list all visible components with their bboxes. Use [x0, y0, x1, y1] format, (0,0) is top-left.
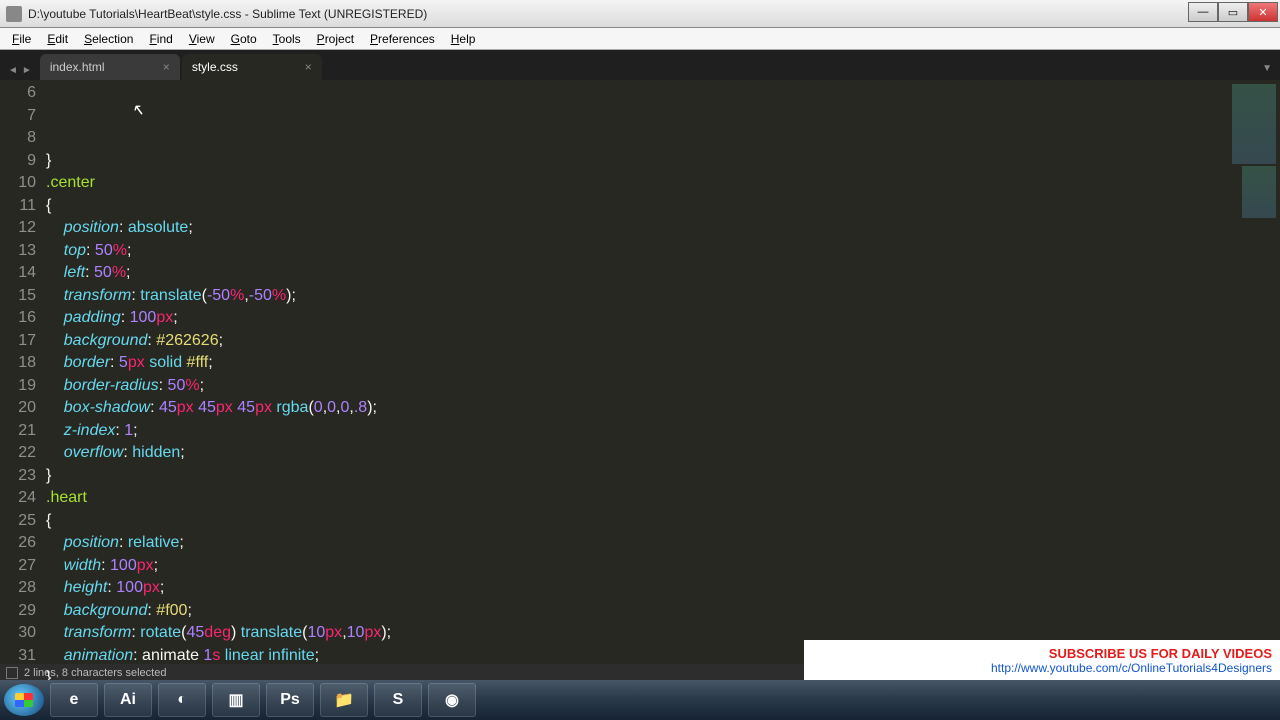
code-line[interactable]: {	[46, 195, 1170, 218]
tab-style-css[interactable]: style.css ×	[182, 54, 322, 80]
code-line[interactable]: position: absolute;	[46, 217, 1170, 240]
taskbar-item-ps[interactable]: Ps	[266, 683, 314, 717]
line-number: 31	[0, 645, 36, 668]
line-number: 21	[0, 420, 36, 443]
menu-goto[interactable]: Goto	[223, 32, 265, 46]
tab-close-icon[interactable]: ×	[163, 60, 170, 74]
code-line[interactable]: }	[46, 465, 1170, 488]
menu-tools[interactable]: Tools	[265, 32, 309, 46]
line-number: 7	[0, 105, 36, 128]
minimap[interactable]	[1170, 80, 1280, 664]
line-number: 9	[0, 150, 36, 173]
code-line[interactable]: left: 50%;	[46, 262, 1170, 285]
close-button[interactable]: ✕	[1248, 2, 1278, 22]
code-line[interactable]: overflow: hidden;	[46, 442, 1170, 465]
code-line[interactable]: border-radius: 50%;	[46, 375, 1170, 398]
tab-next-icon[interactable]: ►	[22, 65, 32, 76]
code-line[interactable]: {	[46, 510, 1170, 533]
line-number: 28	[0, 577, 36, 600]
banner-url: http://www.youtube.com/c/OnlineTutorials…	[991, 661, 1272, 675]
line-number: 13	[0, 240, 36, 263]
tab-label: index.html	[50, 60, 105, 74]
line-number: 18	[0, 352, 36, 375]
code-line[interactable]: background: #262626;	[46, 330, 1170, 353]
menu-bar: FileEditSelectionFindViewGotoToolsProjec…	[0, 28, 1280, 50]
line-number: 24	[0, 487, 36, 510]
menu-file[interactable]: File	[4, 32, 39, 46]
line-number: 27	[0, 555, 36, 578]
line-number: 25	[0, 510, 36, 533]
line-number: 23	[0, 465, 36, 488]
tab-prev-icon[interactable]: ◄	[8, 65, 18, 76]
code-line[interactable]: position: relative;	[46, 532, 1170, 555]
maximize-button[interactable]: ▭	[1218, 2, 1248, 22]
line-number: 6	[0, 82, 36, 105]
code-line[interactable]: width: 100px;	[46, 555, 1170, 578]
taskbar: eAi◐▥Ps📁S◉	[0, 680, 1280, 720]
menu-edit[interactable]: Edit	[39, 32, 76, 46]
code-line[interactable]: z-index: 1;	[46, 420, 1170, 443]
start-button[interactable]	[4, 684, 44, 716]
line-number: 15	[0, 285, 36, 308]
line-number: 26	[0, 532, 36, 555]
tab-overflow-icon[interactable]: ▼	[1262, 63, 1280, 80]
window-controls: — ▭ ✕	[1188, 0, 1280, 27]
window-title: D:\youtube Tutorials\HeartBeat\style.css…	[28, 7, 1188, 21]
mouse-cursor-icon: ↖	[131, 100, 144, 123]
line-number: 14	[0, 262, 36, 285]
taskbar-item-explorer[interactable]: 📁	[320, 683, 368, 717]
menu-help[interactable]: Help	[443, 32, 484, 46]
tab-bar: ◄ ► index.html × style.css × ▼	[0, 50, 1280, 80]
tab-close-icon[interactable]: ×	[305, 60, 312, 74]
windows-logo-icon	[15, 693, 33, 707]
status-icon	[6, 667, 18, 679]
taskbar-item-ie[interactable]: e	[50, 683, 98, 717]
taskbar-item-chrome[interactable]: ◉	[428, 683, 476, 717]
menu-view[interactable]: View	[181, 32, 223, 46]
line-number: 19	[0, 375, 36, 398]
taskbar-item-notes[interactable]: ▥	[212, 683, 260, 717]
line-number: 10	[0, 172, 36, 195]
minimize-button[interactable]: —	[1188, 2, 1218, 22]
menu-selection[interactable]: Selection	[76, 32, 141, 46]
code-area[interactable]: ↖ }.center{ position: absolute; top: 50%…	[46, 80, 1170, 664]
menu-project[interactable]: Project	[309, 32, 362, 46]
code-line[interactable]: box-shadow: 45px 45px 45px rgba(0,0,0,.8…	[46, 397, 1170, 420]
code-line[interactable]: .heart	[46, 487, 1170, 510]
line-number: 22	[0, 442, 36, 465]
code-line[interactable]: padding: 100px;	[46, 307, 1170, 330]
menu-find[interactable]: Find	[141, 32, 180, 46]
app-icon	[6, 6, 22, 22]
line-number: 17	[0, 330, 36, 353]
tab-nav-arrows: ◄ ►	[4, 65, 40, 80]
line-number: 29	[0, 600, 36, 623]
code-line[interactable]: background: #f00;	[46, 600, 1170, 623]
code-line[interactable]: .center	[46, 172, 1170, 195]
line-number: 20	[0, 397, 36, 420]
subscribe-banner: SUBSCRIBE US FOR DAILY VIDEOS http://www…	[804, 640, 1280, 680]
window-titlebar: D:\youtube Tutorials\HeartBeat\style.css…	[0, 0, 1280, 28]
taskbar-item-ps-round[interactable]: ◐	[158, 683, 206, 717]
menu-preferences[interactable]: Preferences	[362, 32, 443, 46]
line-number: 16	[0, 307, 36, 330]
line-number: 8	[0, 127, 36, 150]
taskbar-item-ai[interactable]: Ai	[104, 683, 152, 717]
tab-label: style.css	[192, 60, 238, 74]
tab-index-html[interactable]: index.html ×	[40, 54, 180, 80]
line-number: 12	[0, 217, 36, 240]
code-line[interactable]: height: 100px;	[46, 577, 1170, 600]
code-line[interactable]: top: 50%;	[46, 240, 1170, 263]
code-line[interactable]: border: 5px solid #fff;	[46, 352, 1170, 375]
line-number: 11	[0, 195, 36, 218]
line-number-gutter: 6789101112131415161718192021222324252627…	[0, 80, 46, 664]
banner-title: SUBSCRIBE US FOR DAILY VIDEOS	[1049, 646, 1272, 661]
editor: 6789101112131415161718192021222324252627…	[0, 80, 1280, 664]
line-number: 30	[0, 622, 36, 645]
code-line[interactable]: }	[46, 150, 1170, 173]
taskbar-item-sublime[interactable]: S	[374, 683, 422, 717]
code-line[interactable]: transform: translate(-50%,-50%);	[46, 285, 1170, 308]
